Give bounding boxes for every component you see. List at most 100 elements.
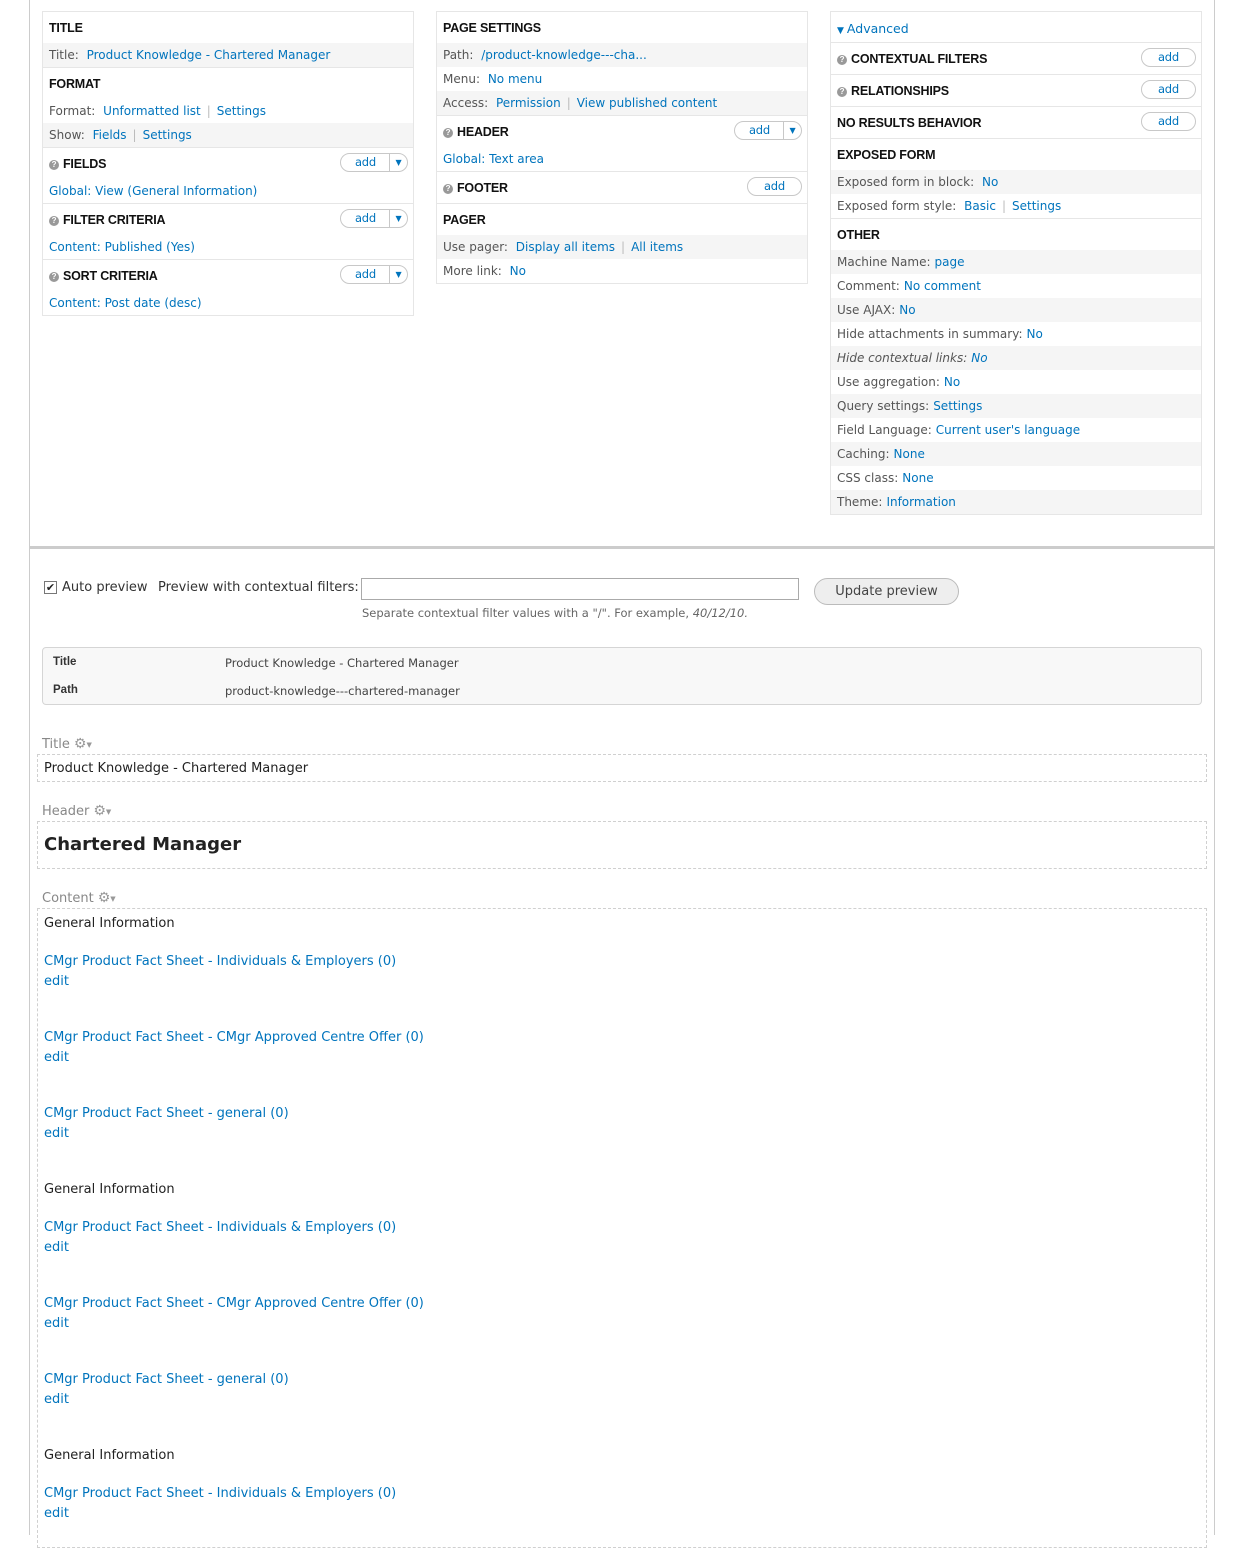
field-item-link[interactable]: Global: View (General Information) (49, 184, 257, 198)
other-row-value-link[interactable]: No (1027, 327, 1043, 341)
help-icon[interactable]: ? (49, 272, 59, 282)
item-link[interactable]: CMgr Product Fact Sheet - Individuals & … (44, 1220, 396, 1235)
edit-link[interactable]: edit (44, 1240, 69, 1255)
add-label[interactable]: add (341, 266, 389, 283)
item-link[interactable]: CMgr Product Fact Sheet - Individuals & … (44, 1486, 396, 1501)
chevron-down-icon[interactable]: ▼ (389, 154, 407, 171)
gear-icon[interactable]: ⚙ (74, 736, 87, 752)
filter-add-button[interactable]: add ▼ (339, 209, 408, 228)
advanced-label[interactable]: Advanced (847, 21, 909, 36)
area-content-label: Content ⚙▼ (42, 890, 116, 906)
fields-add-button[interactable]: add ▼ (339, 153, 408, 172)
help-icon[interactable]: ? (837, 87, 847, 97)
edit-link[interactable]: edit (44, 1050, 69, 1065)
show-value-link[interactable]: Fields (93, 128, 127, 142)
menu-value-link[interactable]: No menu (488, 72, 542, 86)
item-link[interactable]: CMgr Product Fact Sheet - general (0) (44, 1372, 289, 1387)
other-row-value-link[interactable]: page (935, 255, 965, 269)
gear-icon[interactable]: ⚙ (98, 890, 111, 906)
contextual-filters-add-button[interactable]: add (1140, 48, 1196, 67)
chevron-down-icon[interactable]: ▼ (389, 266, 407, 283)
other-row-label: Comment: (837, 279, 900, 293)
other-row-value-link[interactable]: No (899, 303, 915, 317)
other-row-value-link[interactable]: None (894, 447, 925, 461)
no-results-heading: NO RESULTS BEHAVIOR (837, 116, 982, 130)
access-value-link[interactable]: Permission (496, 96, 561, 110)
show-settings-link[interactable]: Settings (143, 128, 192, 142)
footer-heading: FOOTER (457, 181, 508, 195)
header-add-button[interactable]: add ▼ (733, 121, 802, 140)
edit-link[interactable]: edit (44, 974, 69, 989)
header-item-link[interactable]: Global: Text area (443, 152, 544, 166)
add-label[interactable]: add (341, 154, 389, 171)
sort-heading: SORT CRITERIA (63, 269, 158, 283)
caret-down-icon[interactable]: ▼ (106, 808, 111, 816)
item-link[interactable]: CMgr Product Fact Sheet - CMgr Approved … (44, 1296, 424, 1311)
title-row: Title: Product Knowledge - Chartered Man… (43, 43, 413, 67)
use-pager-value-link[interactable]: Display all items (516, 240, 615, 254)
item-link[interactable]: CMgr Product Fact Sheet - general (0) (44, 1106, 289, 1121)
help-icon[interactable]: ? (443, 184, 453, 194)
update-preview-button[interactable]: Update preview (814, 578, 959, 605)
edit-link[interactable]: edit (44, 1126, 69, 1141)
filter-item-link[interactable]: Content: Published (Yes) (49, 240, 195, 254)
separator: | (621, 240, 626, 254)
chevron-down-icon[interactable]: ▼ (783, 122, 801, 139)
item-link[interactable]: CMgr Product Fact Sheet - CMgr Approved … (44, 1030, 424, 1045)
use-pager-label: Use pager: (443, 240, 508, 254)
gear-icon[interactable]: ⚙ (93, 803, 106, 819)
exposed-style-value-link[interactable]: Basic (964, 199, 996, 213)
format-settings-link[interactable]: Settings (217, 104, 266, 118)
use-pager-items-link[interactable]: All items (631, 240, 683, 254)
path-value-link[interactable]: /product-knowledge---cha... (481, 48, 647, 62)
chevron-down-icon[interactable]: ▼ (389, 210, 407, 227)
add-label[interactable]: add (735, 122, 783, 139)
relationships-add-button[interactable]: add (1140, 80, 1196, 99)
views-ui-frame: TITLE Title: Product Knowledge - Charter… (29, 0, 1215, 1548)
edit-link[interactable]: edit (44, 1316, 69, 1331)
footer-add-button[interactable]: add (746, 177, 802, 196)
add-label[interactable]: add (1142, 81, 1195, 98)
relationships-heading: RELATIONSHIPS (851, 84, 949, 98)
title-value-link[interactable]: Product Knowledge - Chartered Manager (87, 48, 331, 62)
exposed-block-value-link[interactable]: No (982, 175, 998, 189)
access-settings-link[interactable]: View published content (577, 96, 717, 110)
help-example: 40/12/10. (692, 606, 748, 620)
help-icon[interactable]: ? (49, 216, 59, 226)
other-row-value-link[interactable]: Information (886, 495, 955, 509)
sort-add-button[interactable]: add ▼ (339, 265, 408, 284)
add-label[interactable]: add (1142, 49, 1195, 66)
help-icon[interactable]: ? (49, 160, 59, 170)
other-row-value-link[interactable]: Settings (933, 399, 982, 413)
format-value-link[interactable]: Unformatted list (103, 104, 201, 118)
other-row-value-link[interactable]: No (971, 351, 987, 365)
format-row: Format: Unformatted list | Settings (43, 99, 413, 123)
advanced-toggle[interactable]: ▼ Advanced (831, 12, 1201, 43)
edit-link[interactable]: edit (44, 1392, 69, 1407)
other-row-value-link[interactable]: No (944, 375, 960, 389)
caret-down-icon[interactable]: ▼ (110, 895, 115, 903)
other-row-value-link[interactable]: Current user's language (936, 423, 1080, 437)
exposed-style-settings-link[interactable]: Settings (1012, 199, 1061, 213)
other-row-value-link[interactable]: No comment (904, 279, 981, 293)
info-key: Path (53, 684, 78, 696)
info-path-link[interactable]: product-knowledge---chartered-manager (225, 684, 460, 698)
more-link-value-link[interactable]: No (510, 264, 526, 278)
add-label[interactable]: add (341, 210, 389, 227)
other-row-value-link[interactable]: None (902, 471, 933, 485)
sort-item-link[interactable]: Content: Post date (desc) (49, 296, 202, 310)
help-icon[interactable]: ? (837, 55, 847, 65)
contextual-filters-input[interactable] (361, 578, 799, 600)
help-text: Separate contextual filter values with a… (362, 606, 690, 620)
group-title: General Information (44, 1182, 175, 1197)
caret-down-icon[interactable]: ▼ (86, 741, 91, 749)
auto-preview-label[interactable]: Auto preview (62, 580, 148, 595)
no-results-add-button[interactable]: add (1140, 112, 1196, 131)
fields-header: ? FIELDS add ▼ (43, 148, 413, 179)
auto-preview-checkbox[interactable]: ✔ (44, 581, 57, 594)
add-label[interactable]: add (748, 178, 801, 195)
add-label[interactable]: add (1142, 113, 1195, 130)
edit-link[interactable]: edit (44, 1506, 69, 1521)
item-link[interactable]: CMgr Product Fact Sheet - Individuals & … (44, 954, 396, 969)
help-icon[interactable]: ? (443, 128, 453, 138)
